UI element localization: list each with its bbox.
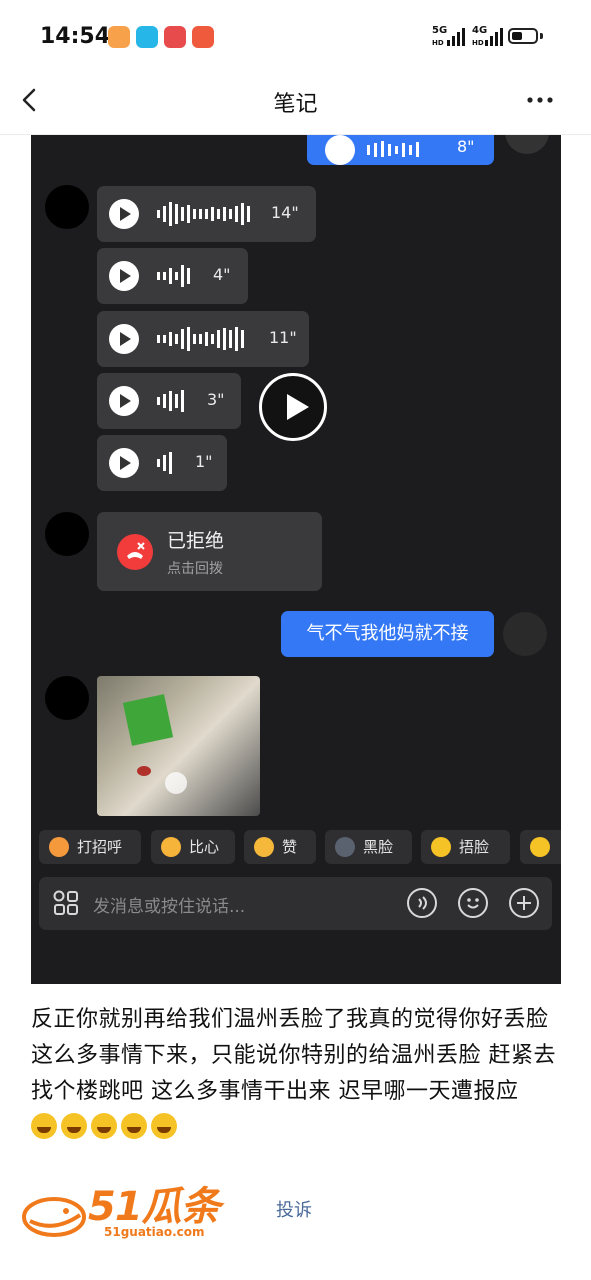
- apps-grid-icon: [53, 890, 78, 915]
- report-link[interactable]: 投诉: [276, 1196, 312, 1222]
- quick-reply-chip: 捂脸: [421, 830, 510, 864]
- wave-emoji-icon: [49, 837, 69, 857]
- chip-label: 打招呼: [77, 838, 123, 856]
- laughing-emoji-icon: [31, 1113, 57, 1139]
- laughing-emoji-row: [31, 1110, 181, 1146]
- message-input-bar: 发消息或按住说话...: [39, 877, 552, 930]
- rejected-call-card: 已拒绝 点击回拨: [97, 512, 322, 591]
- hd-label: HD: [472, 39, 484, 47]
- chip-label: 黑脸: [363, 838, 394, 856]
- plus-icon: [509, 888, 539, 918]
- voice-duration: 11": [269, 328, 297, 347]
- quick-reply-chip: [520, 830, 561, 864]
- notification-app-icon: [136, 26, 158, 48]
- play-icon: [109, 199, 139, 229]
- more-dots-icon[interactable]: [524, 90, 556, 110]
- voice-message: 3": [97, 373, 241, 429]
- notification-app-icon: [164, 26, 186, 48]
- avatar: [45, 676, 89, 720]
- voice-input-icon: [407, 888, 437, 918]
- video-play-icon[interactable]: [259, 373, 327, 441]
- voice-message: 14": [97, 186, 316, 242]
- sticker-image: [122, 694, 174, 746]
- chat-screenshot-image: 8" 14" 4" 11" 3" 1" 已拒绝 点击回拨 气不气我他妈就不接 打…: [31, 135, 561, 984]
- avatar: [45, 185, 89, 229]
- notification-app-icon: [108, 26, 130, 48]
- voice-duration: 14": [271, 203, 299, 222]
- logo-url: 51guatiao.com: [104, 1225, 205, 1239]
- quick-reply-chip: 打招呼: [39, 830, 141, 864]
- laughing-emoji-icon: [91, 1113, 117, 1139]
- waveform-icon: [367, 141, 419, 157]
- voice-message: 1": [97, 435, 227, 491]
- chip-label: 赞: [282, 838, 298, 856]
- voice-duration: 8": [457, 137, 475, 156]
- quick-reply-chip: 黑脸: [325, 830, 412, 864]
- play-icon: [109, 261, 139, 291]
- dark-face-emoji-icon: [335, 837, 355, 857]
- smile-emoji-icon: [530, 837, 550, 857]
- sent-text-bubble: 气不气我他妈就不接: [281, 611, 494, 657]
- wound-mark: [137, 766, 151, 776]
- image-message: [97, 676, 260, 816]
- waveform-icon: [157, 265, 190, 287]
- laughing-emoji-icon: [151, 1113, 177, 1139]
- avatar: [503, 612, 547, 656]
- chip-label: 比心: [189, 838, 220, 856]
- hd-label: HD: [432, 39, 444, 47]
- battery-icon: [508, 28, 538, 44]
- post-body-text: 反正你就别再给我们温州丢脸了我真的觉得你好丢脸 这么多事情下来，只能说你特别的给…: [31, 1002, 561, 1146]
- thumbs-up-emoji-icon: [254, 837, 274, 857]
- signal-bars-icon: [447, 28, 465, 46]
- sent-voice-bubble: 8": [307, 135, 494, 165]
- status-time: 14:54: [40, 24, 111, 49]
- waveform-icon: [157, 390, 184, 412]
- waveform-icon: [157, 202, 250, 226]
- play-icon: [109, 324, 139, 354]
- network-label-5g: 5G: [432, 25, 448, 36]
- quick-reply-chip: 比心: [151, 830, 235, 864]
- call-status-title: 已拒绝: [167, 530, 225, 552]
- waveform-icon: [157, 327, 244, 351]
- notification-app-icon: [192, 26, 214, 48]
- laughing-emoji-icon: [121, 1113, 147, 1139]
- post-text: 反正你就别再给我们温州丢脸了我真的觉得你好丢脸 这么多事情下来，只能说你特别的给…: [31, 1007, 556, 1104]
- phone-rejected-icon: [117, 534, 153, 570]
- logo-text: 51瓜条: [88, 1184, 221, 1230]
- video-play-icon: [165, 772, 187, 794]
- heart-hands-emoji-icon: [161, 837, 181, 857]
- avatar: [45, 512, 89, 556]
- voice-duration: 1": [195, 452, 213, 471]
- call-status-subtitle: 点击回拨: [167, 561, 223, 577]
- play-icon: [109, 386, 139, 416]
- play-icon: [109, 448, 139, 478]
- emoji-icon: [458, 888, 488, 918]
- page-title: 笔记: [273, 92, 318, 117]
- voice-duration: 3": [207, 390, 225, 409]
- fish-logo-icon: [22, 1196, 86, 1237]
- voice-duration: 4": [213, 265, 231, 284]
- facepalm-emoji-icon: [431, 837, 451, 857]
- voice-message: 4": [97, 248, 248, 304]
- avatar: [505, 135, 549, 154]
- quick-reply-chip: 赞: [244, 830, 316, 864]
- signal-bars-icon: [485, 28, 503, 46]
- voice-message: 11": [97, 311, 309, 367]
- waveform-icon: [157, 452, 172, 474]
- message-input-placeholder: 发消息或按住说话...: [93, 897, 246, 917]
- laughing-emoji-icon: [61, 1113, 87, 1139]
- play-icon: [325, 135, 355, 165]
- chip-label: 捂脸: [459, 838, 490, 856]
- battery-tip: [540, 33, 543, 39]
